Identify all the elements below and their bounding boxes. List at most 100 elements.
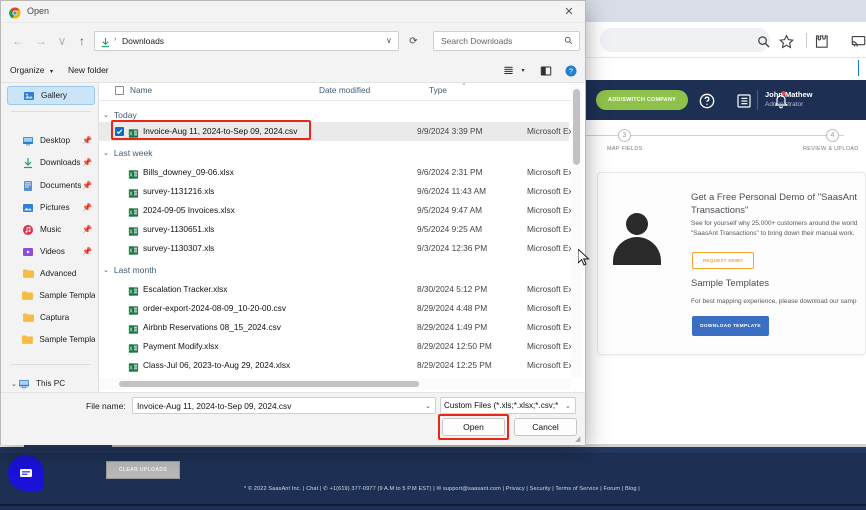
up-one-level-button[interactable]: ↑ [73, 32, 91, 50]
scrollbar-thumb[interactable] [119, 381, 419, 387]
chevron-down-icon[interactable]: ▾ [50, 68, 53, 75]
table-row[interactable]: X survey-1130651.xls 9/5/2024 9:25 AM Mi… [99, 220, 583, 239]
breadcrumb[interactable]: Downloads [122, 36, 164, 46]
chrome-icon [9, 6, 21, 19]
column-header-name[interactable]: Name [130, 85, 152, 95]
table-row[interactable]: X survey-1130307.xls 9/3/2024 12:36 PM M… [99, 239, 583, 258]
sidebar-item-label: Gallery [41, 91, 67, 100]
forward-button[interactable]: → [32, 32, 50, 50]
file-name-value: Invoice-Aug 11, 2024-to-Sep 09, 2024.csv [137, 401, 292, 411]
file-date-modified: 9/9/2024 3:39 PM [417, 126, 483, 136]
sidebar-item-sample-template-2[interactable]: Sample Templat [7, 330, 95, 349]
gallery-icon [22, 89, 36, 102]
new-folder-button[interactable]: New folder [68, 65, 109, 75]
table-row[interactable]: X Invoice-Aug 11, 2024-to-Sep 09, 2024.c… [99, 122, 583, 141]
puzzle-piece-icon[interactable] [813, 33, 829, 49]
sidebar-item-label: Advanced [40, 269, 77, 278]
sidebar-item-videos[interactable]: Videos 📌 [7, 242, 95, 261]
add-switch-company-button[interactable]: ADD/SWITCH COMPANY [596, 90, 688, 110]
table-row[interactable]: X Escalation Tracker.xlsx 8/30/2024 5:12… [99, 280, 583, 299]
organize-menu[interactable]: Organize [10, 65, 45, 75]
preview-pane-icon[interactable] [539, 64, 552, 77]
sidebar-item-sample-template-1[interactable]: Sample Templat [7, 286, 95, 305]
file-date-modified: 9/5/2024 9:25 AM [417, 224, 483, 234]
browser-tabstrip [586, 0, 866, 22]
file-date-modified: 8/29/2024 12:25 PM [417, 360, 492, 370]
pin-icon[interactable]: 📌 [82, 181, 92, 190]
dialog-titlebar[interactable] [1, 1, 585, 23]
chevron-down-icon[interactable]: ⌄ [103, 266, 109, 274]
footer-bottom-rule [0, 504, 866, 506]
group-header-last-month[interactable]: ⌄ Last month [99, 261, 569, 278]
chevron-down-icon[interactable]: ⌄ [103, 111, 109, 119]
folder-icon [21, 267, 35, 280]
pin-icon[interactable]: 📌 [82, 247, 92, 256]
zoom-icon[interactable] [755, 33, 771, 49]
table-row[interactable]: X survey-1131216.xls 9/6/2024 11:43 AM M… [99, 182, 583, 201]
cast-icon[interactable] [850, 33, 866, 49]
help-icon[interactable]: ? [564, 64, 577, 77]
step-4-circle[interactable]: 4 [826, 129, 839, 142]
pin-icon[interactable]: 📌 [82, 203, 92, 212]
chat-bubble-icon[interactable] [8, 455, 44, 491]
pin-icon[interactable]: 📌 [82, 136, 92, 145]
table-row[interactable]: X Bills_downey_09-06.xlsx 9/6/2024 2:31 … [99, 163, 583, 182]
pin-icon[interactable]: 📌 [82, 158, 92, 167]
table-row[interactable]: X Airbnb Reservations 08_15_2024.csv 8/2… [99, 318, 583, 337]
group-header-last-week[interactable]: ⌄ Last week [99, 144, 569, 161]
sidebar-item-documents[interactable]: Documents 📌 [7, 176, 95, 195]
file-date-modified: 9/6/2024 11:43 AM [417, 186, 487, 196]
excel-csv-icon: X [128, 322, 139, 334]
request-demo-button[interactable]: REQUEST DEMO [692, 252, 754, 269]
chevron-down-icon[interactable]: ⌄ [11, 380, 17, 388]
sidebar-item-captura[interactable]: Captura [7, 308, 95, 327]
refresh-button[interactable]: ⟳ [404, 32, 423, 50]
sort-caret-icon: ⌄ [461, 80, 467, 87]
sidebar-item-desktop[interactable]: Desktop 📌 [7, 131, 95, 150]
chevron-down-icon[interactable]: ∨ [386, 36, 392, 45]
select-all-checkbox[interactable] [115, 86, 124, 95]
scrollbar-thumb[interactable] [573, 89, 580, 165]
excel-csv-icon: X [128, 126, 139, 138]
column-header-date-modified[interactable]: Date modified [319, 85, 370, 95]
footer-links[interactable]: * © 2022 SaasAnt Inc. | Chat | ✆ +1(619)… [244, 486, 640, 492]
back-button[interactable]: ← [9, 32, 27, 50]
search-placeholder: Search Downloads [441, 36, 513, 46]
close-icon[interactable]: ✕ [559, 4, 579, 20]
sidebar-item-advanced[interactable]: Advanced [7, 264, 95, 283]
column-header-type[interactable]: Type [429, 85, 447, 95]
recent-locations-button[interactable]: ∨ [53, 32, 71, 50]
browser-omnibox[interactable] [600, 28, 770, 52]
user-name[interactable]: John Mathew [765, 90, 813, 99]
clear-uploads-button[interactable]: CLEAR UPLOADS [106, 461, 180, 479]
chevron-down-icon[interactable]: ⌄ [425, 402, 431, 410]
chevron-down-icon[interactable]: ▾ [518, 64, 528, 77]
sidebar-item-pictures[interactable]: Pictures 📌 [7, 198, 95, 217]
list-view-icon[interactable] [502, 64, 515, 77]
row-checkbox[interactable] [115, 127, 124, 136]
table-row[interactable]: X order-export-2024-08-09_10-20-00.csv 8… [99, 299, 583, 318]
step-3-circle[interactable]: 3 [618, 129, 631, 142]
cancel-button[interactable]: Cancel [514, 418, 577, 436]
question-mark-icon[interactable] [698, 92, 715, 109]
group-header-today[interactable]: ⌄ Today [99, 106, 569, 123]
sidebar-item-this-pc[interactable]: ⌄ This PC [7, 374, 95, 393]
table-row[interactable]: X Class-Jul 06, 2023-to-Aug 29, 2024.xls… [99, 356, 583, 375]
sidebar-item-downloads[interactable]: Downloads 📌 [7, 153, 95, 172]
sidebar-item-music[interactable]: Music 📌 [7, 220, 95, 239]
search-icon[interactable] [564, 36, 573, 47]
download-template-button[interactable]: DOWNLOAD TEMPLATE [692, 316, 769, 336]
table-row[interactable]: X 2024-09-05 Invoices.xlsx 9/5/2024 9:47… [99, 201, 583, 220]
open-file-dialog: Open ✕ ← → ∨ ↑ › Downloads ∨ ⟳ Search Do… [0, 0, 586, 445]
sidebar-item-label: Music [40, 225, 62, 234]
table-row[interactable]: X Payment Modify.xlsx 8/29/2024 12:50 PM… [99, 337, 583, 356]
open-button[interactable]: Open [442, 418, 505, 436]
star-icon[interactable] [778, 33, 794, 49]
chevron-down-icon[interactable]: ⌄ [103, 149, 109, 157]
pin-icon[interactable]: 📌 [82, 225, 92, 234]
excel-xlsx-icon: X [128, 205, 139, 217]
chevron-down-icon[interactable]: ⌄ [565, 402, 571, 410]
list-icon[interactable] [735, 92, 752, 109]
sidebar-item-gallery[interactable]: Gallery [7, 86, 95, 105]
resize-grip[interactable]: ◢ [575, 435, 580, 443]
